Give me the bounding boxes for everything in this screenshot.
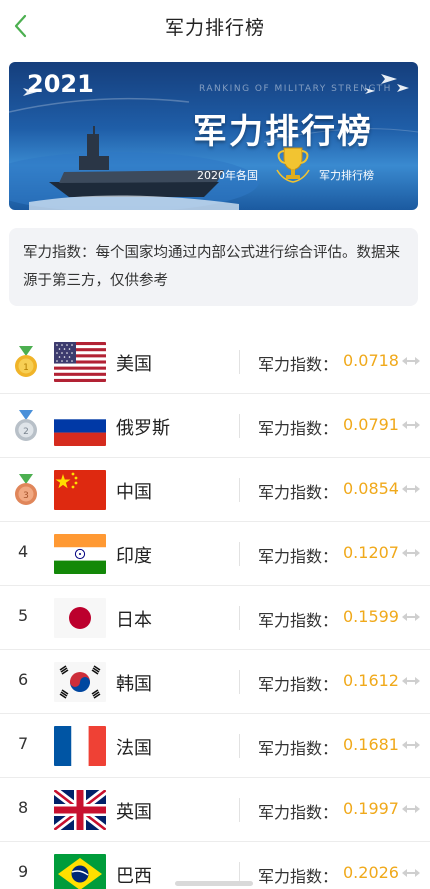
rank-number: 5 [18, 606, 29, 625]
banner-image[interactable]: 2021 RANKING OF MILITARY STRENGTH 军力排行榜 … [9, 62, 418, 210]
ranking-list: 1 美国 军力指数： 0.0718 2 俄罗斯 军力指数： 0.0791 3 中… [0, 330, 430, 889]
score-value: 0.1997 [343, 799, 399, 818]
divider [239, 670, 240, 694]
left-right-arrows-icon [402, 741, 420, 749]
divider [239, 798, 240, 822]
score-label: 军力指数： [258, 739, 339, 758]
rank-number: 7 [18, 734, 29, 753]
banner-subtitle-en: RANKING OF MILITARY STRENGTH [199, 84, 392, 94]
japan-flag-icon [54, 598, 106, 638]
banner-year: 2021 [27, 70, 94, 98]
korea-flag-icon [54, 662, 106, 702]
svg-text:3: 3 [23, 491, 29, 501]
russia-flag-icon [54, 406, 106, 446]
country-name: 巴西 [116, 866, 152, 887]
score-value: 0.1681 [343, 735, 399, 754]
score-value: 0.1599 [343, 607, 399, 626]
score-label: 军力指数： [258, 675, 339, 694]
country-name: 中国 [116, 482, 152, 503]
left-right-arrows-icon [402, 421, 420, 429]
france-flag-icon [54, 726, 106, 766]
country-name: 韩国 [116, 674, 152, 695]
divider [239, 478, 240, 502]
score-label: 军力指数： [258, 803, 339, 822]
left-right-arrows-icon [402, 677, 420, 685]
score-label: 军力指数： [258, 867, 339, 886]
ranking-row[interactable]: 7 法国 军力指数： 0.1681 [0, 714, 430, 778]
ranking-row[interactable]: 1 美国 军力指数： 0.0718 [0, 330, 430, 394]
divider [239, 542, 240, 566]
rank-number: 8 [18, 798, 29, 817]
uk-flag-icon [54, 790, 106, 830]
score-label: 军力指数： [258, 611, 339, 630]
divider [239, 734, 240, 758]
page-title: 军力排行榜 [164, 16, 265, 39]
usa-flag-icon [54, 342, 106, 382]
score-value: 0.0718 [343, 351, 399, 370]
divider [239, 414, 240, 438]
rank-number: 9 [18, 862, 29, 881]
banner-caption-left: 2020年各国 [197, 169, 258, 182]
country-name: 美国 [116, 354, 152, 375]
score-label: 军力指数： [258, 355, 339, 374]
left-right-arrows-icon [402, 869, 420, 877]
score-label: 军力指数： [258, 419, 339, 438]
score-value: 0.2026 [343, 863, 399, 882]
home-indicator [175, 881, 253, 886]
left-right-arrows-icon [402, 805, 420, 813]
bronze-medal-icon: 3 [15, 474, 37, 505]
ranking-row[interactable]: 5 日本 军力指数： 0.1599 [0, 586, 430, 650]
left-right-arrows-icon [402, 549, 420, 557]
ranking-row[interactable]: 3 中国 军力指数： 0.0854 [0, 458, 430, 522]
top-bar: 军力排行榜 [0, 0, 430, 52]
country-name: 法国 [116, 738, 152, 759]
gold-medal-icon: 1 [15, 346, 37, 377]
ranking-row[interactable]: 2 俄罗斯 军力指数： 0.0791 [0, 394, 430, 458]
india-flag-icon [54, 534, 106, 574]
score-value: 0.1207 [343, 543, 399, 562]
banner-caption-right: 军力排行榜 [319, 169, 374, 182]
score-label: 军力指数： [258, 483, 339, 502]
silver-medal-icon: 2 [15, 410, 37, 441]
left-right-arrows-icon [402, 613, 420, 621]
left-right-arrows-icon [402, 357, 420, 365]
score-value: 0.0791 [343, 415, 399, 434]
back-arrow-icon[interactable] [10, 12, 34, 40]
country-name: 俄罗斯 [116, 418, 170, 439]
ranking-row[interactable]: 4 印度 军力指数： 0.1207 [0, 522, 430, 586]
ranking-row[interactable]: 8 英国 军力指数： 0.1997 [0, 778, 430, 842]
china-flag-icon [54, 470, 106, 510]
divider [239, 350, 240, 374]
country-name: 印度 [116, 546, 152, 567]
ranking-row[interactable]: 6 韩国 军力指数： 0.1612 [0, 650, 430, 714]
disclaimer-note: 军力指数：每个国家均通过内部公式进行综合评估。数据来源于第三方，仅供参考 [9, 228, 418, 306]
trophy-icon [276, 147, 310, 183]
score-label: 军力指数： [258, 547, 339, 566]
rank-number: 4 [18, 542, 29, 561]
country-name: 英国 [116, 802, 152, 823]
svg-text:2: 2 [23, 427, 29, 437]
left-right-arrows-icon [402, 485, 420, 493]
score-value: 0.1612 [343, 671, 399, 690]
rank-number: 6 [18, 670, 29, 689]
svg-text:1: 1 [23, 363, 29, 373]
divider [239, 606, 240, 630]
score-value: 0.0854 [343, 479, 399, 498]
brazil-flag-icon [54, 854, 106, 889]
country-name: 日本 [116, 610, 152, 631]
